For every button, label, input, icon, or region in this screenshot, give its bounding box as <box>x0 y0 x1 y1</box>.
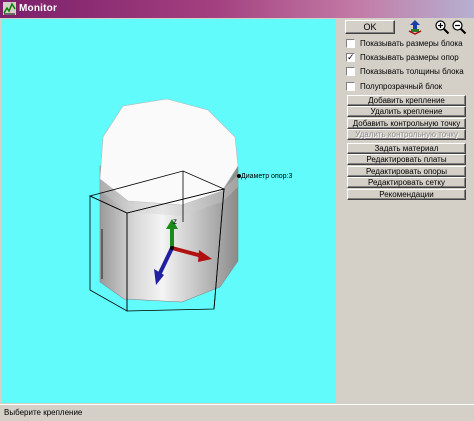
check-mark-icon: ✓ <box>347 52 355 62</box>
remove-mount-button[interactable]: Удалить крепление <box>347 106 466 117</box>
add-mount-button[interactable]: Добавить крепление <box>347 95 466 106</box>
option-label: Показывать толщины блока <box>360 67 464 76</box>
status-bar: Выберите крепление <box>0 404 474 421</box>
checkbox[interactable] <box>346 39 355 48</box>
control-panel: OK Показывать размеры блока ✓ Показывать… <box>338 19 472 403</box>
title-bar[interactable]: Monitor <box>0 0 474 18</box>
monitor-window: Monitor z Диаметр опор:3 OK Показывать р… <box>0 0 474 421</box>
cylinder-top <box>99 98 239 206</box>
remove-control-point-button[interactable]: Удалить контрольную точку <box>347 129 466 140</box>
option-show-block-thickness[interactable]: Показывать толщины блока <box>346 66 471 79</box>
option-label: Полупрозрачный блок <box>360 82 443 91</box>
window-title: Monitor <box>19 3 58 14</box>
edit-supports-button[interactable]: Редактировать опоры <box>347 166 466 177</box>
option-translucent-block[interactable]: Полупрозрачный блок <box>346 81 471 94</box>
support-diameter-label: Диаметр опор:3 <box>241 173 292 180</box>
axis-z-label: z <box>173 217 177 226</box>
app-icon <box>3 2 16 15</box>
option-show-block-sizes[interactable]: Показывать размеры блока <box>346 38 471 51</box>
add-control-point-button[interactable]: Добавить контрольную точку <box>347 118 466 129</box>
zoom-out-icon[interactable] <box>451 19 467 35</box>
set-material-button[interactable]: Задать материал <box>347 143 466 154</box>
ok-button[interactable]: OK <box>345 20 395 34</box>
checkbox[interactable] <box>346 67 355 76</box>
edit-mesh-button[interactable]: Редактировать сетку <box>347 177 466 188</box>
option-label: Показывать размеры блока <box>360 39 463 48</box>
3d-scene: z Диаметр опор:3 <box>88 98 292 312</box>
status-text: Выберите крепление <box>4 408 83 417</box>
checkbox[interactable] <box>346 82 355 91</box>
3d-viewport[interactable]: z Диаметр опор:3 <box>2 19 336 403</box>
recommendations-button[interactable]: Рекомендации <box>347 189 466 200</box>
option-label: Показывать размеры опор <box>360 53 459 62</box>
zoom-in-icon[interactable] <box>434 19 450 35</box>
checkbox[interactable]: ✓ <box>346 52 355 62</box>
rotate-icon[interactable] <box>407 19 423 35</box>
option-show-support-sizes[interactable]: ✓ Показывать размеры опор <box>346 52 471 65</box>
edit-boards-button[interactable]: Редактировать платы <box>347 154 466 165</box>
